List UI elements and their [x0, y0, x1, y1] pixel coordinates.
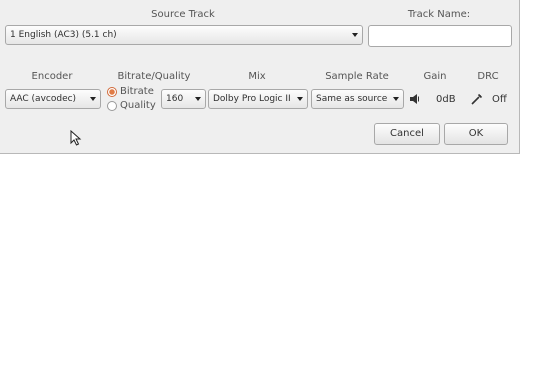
- sample-rate-dropdown[interactable]: Same as source: [311, 89, 404, 109]
- sample-rate-value: Same as source: [316, 94, 387, 104]
- bitrate-dropdown[interactable]: 160: [161, 89, 206, 109]
- ok-button[interactable]: OK: [444, 123, 508, 145]
- chevron-down-icon: [393, 97, 399, 101]
- bitrate-radio-label: Bitrate: [120, 86, 154, 97]
- mouse-cursor-icon: [70, 129, 82, 149]
- cancel-button[interactable]: Cancel: [374, 123, 440, 145]
- mix-dropdown[interactable]: Dolby Pro Logic II: [208, 89, 308, 109]
- encoder-value: AAC (avcodec): [10, 94, 77, 104]
- radio-checked-icon: [107, 87, 117, 97]
- speaker-icon[interactable]: [409, 93, 421, 108]
- chevron-down-icon: [195, 97, 201, 101]
- source-track-value: 1 English (AC3) (5.1 ch): [10, 30, 117, 40]
- mix-header: Mix: [248, 71, 266, 82]
- bitrate-value: 160: [166, 94, 184, 104]
- bitrate-quality-header: Bitrate/Quality: [117, 71, 191, 82]
- quality-radio-label: Quality: [120, 100, 156, 111]
- radio-unchecked-icon: [107, 101, 117, 111]
- mix-value: Dolby Pro Logic II: [213, 94, 291, 104]
- encoder-header: Encoder: [31, 71, 73, 82]
- audio-track-dialog: Source Track Track Name: 1 English (AC3)…: [0, 0, 520, 154]
- chevron-down-icon: [90, 97, 96, 101]
- drc-wand-icon[interactable]: [470, 93, 483, 109]
- gain-header: Gain: [423, 71, 447, 82]
- sample-rate-header: Sample Rate: [325, 71, 389, 82]
- track-name-header: Track Name:: [407, 9, 471, 20]
- chevron-down-icon: [352, 33, 358, 37]
- chevron-down-icon: [297, 97, 303, 101]
- bitrate-radio[interactable]: Bitrate: [107, 86, 159, 99]
- source-track-dropdown[interactable]: 1 English (AC3) (5.1 ch): [5, 25, 363, 45]
- gain-value: 0dB: [436, 94, 456, 105]
- drc-header: DRC: [477, 71, 499, 82]
- encoder-dropdown[interactable]: AAC (avcodec): [5, 89, 101, 109]
- quality-radio[interactable]: Quality: [107, 100, 159, 113]
- drc-value: Off: [492, 94, 507, 105]
- source-track-header: Source Track: [151, 9, 215, 20]
- track-name-input[interactable]: [368, 25, 512, 47]
